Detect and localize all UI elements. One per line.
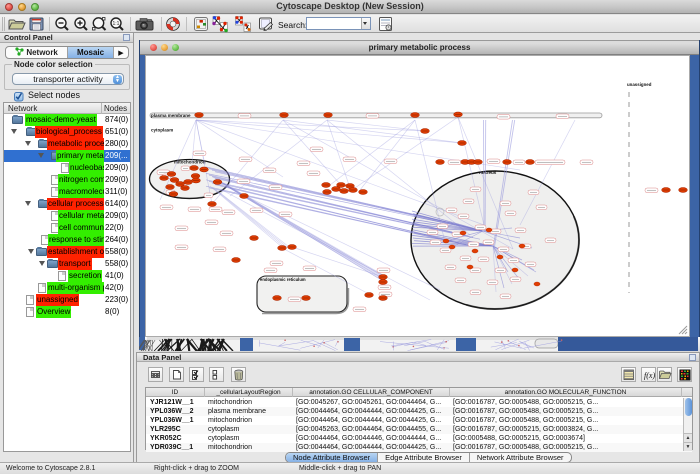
- svg-text:f(x): f(x): [644, 371, 655, 380]
- svg-text:cytoplasm: cytoplasm: [151, 128, 173, 133]
- svg-text:endoplasmic reticulum: endoplasmic reticulum: [260, 277, 306, 282]
- svg-text:plasma membrane: plasma membrane: [151, 113, 191, 118]
- svg-text:1:1: 1:1: [113, 21, 120, 27]
- svg-text:unassigned: unassigned: [627, 82, 652, 87]
- svg-text:mitochondrion: mitochondrion: [174, 160, 206, 165]
